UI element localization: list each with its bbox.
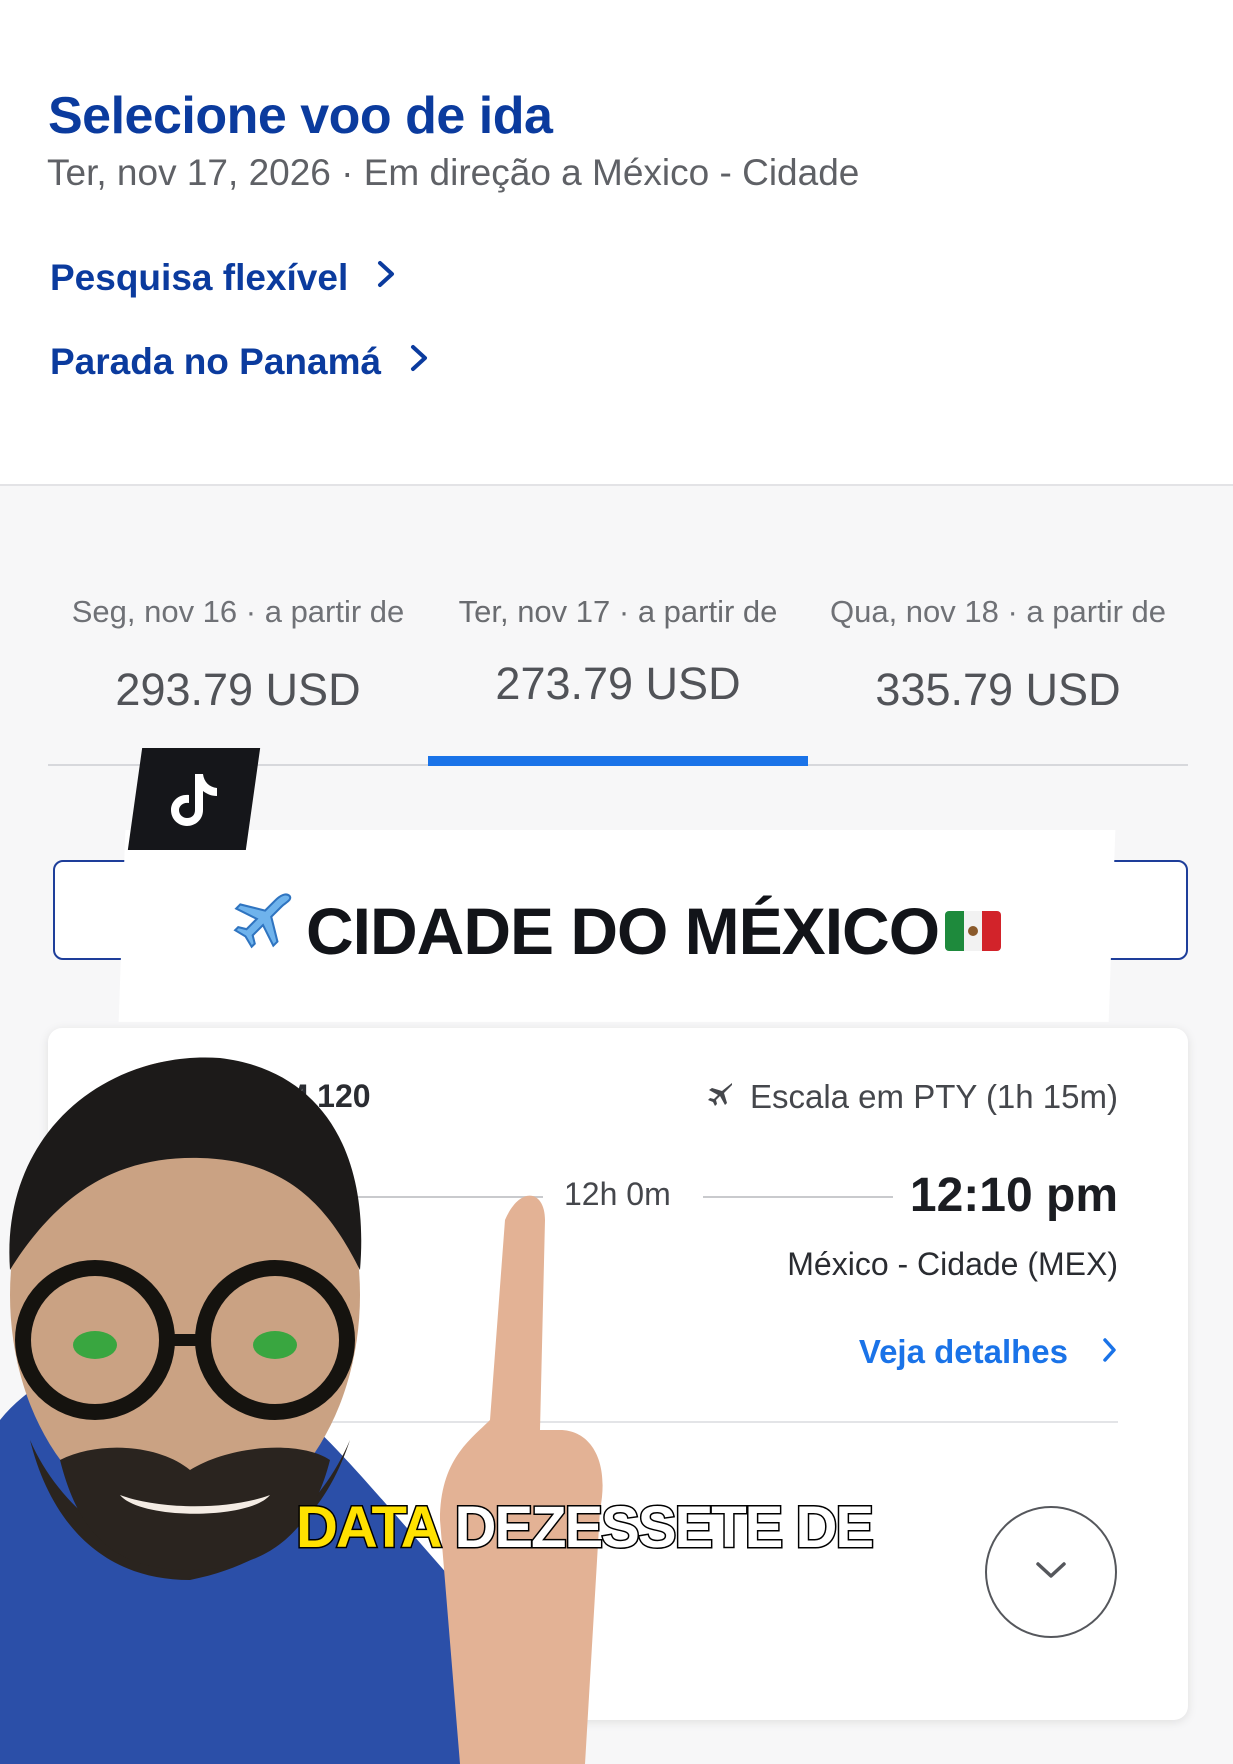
departure-time: 03:10 am	[118, 1169, 324, 1222]
date-tab-nov-18[interactable]: Qua, nov 18 · a partir de 335.79 USD	[808, 570, 1188, 766]
see-details-link[interactable]: Veja detalhes	[859, 1333, 1118, 1371]
panama-stopover-label: Parada no Panamá	[50, 340, 382, 382]
date-tab-price: 273.79 USD	[495, 658, 741, 709]
tiktok-logo-icon	[127, 748, 261, 850]
flexible-search-link[interactable]: Pesquisa flexível	[50, 256, 398, 299]
date-tab-nov-16[interactable]: Seg, nov 16 · a partir de 293.79 USD	[48, 570, 428, 766]
date-tab-price: 335.79 USD	[875, 664, 1121, 715]
page-title: Selecione voo de ida	[48, 87, 553, 145]
mexico-flag-icon	[945, 910, 1002, 951]
arrival-time: 12:10 pm	[909, 1169, 1118, 1222]
departure-city: (GRU)	[118, 1246, 211, 1282]
card-divider	[118, 1421, 1118, 1423]
panama-stopover-link[interactable]: Parada no Panamá	[50, 340, 431, 383]
see-details-label: Veja detalhes	[858, 1333, 1068, 1370]
route-line	[703, 1196, 893, 1198]
chevron-right-icon	[376, 256, 398, 299]
layover-info: Escala em PTY (1h 15m)	[706, 1078, 1118, 1116]
per-adult-label: Por adulto	[118, 1616, 264, 1652]
chevron-down-icon	[1034, 1560, 1068, 1585]
banner-title: CIDADE DO MÉXICO	[306, 893, 940, 968]
flight-duration: 12h 0m	[564, 1176, 671, 1212]
flexible-search-label: Pesquisa flexível	[50, 256, 349, 298]
date-tab-label: Seg, nov 16 · a partir de	[71, 594, 405, 629]
connection-plane-icon	[706, 1078, 750, 1116]
arrival-city: México - Cidade (MEX)	[787, 1246, 1118, 1282]
layover-text: Escala em PTY (1h 15m)	[749, 1078, 1118, 1115]
date-tab-label: Qua, nov 18 · a partir de	[829, 594, 1167, 629]
airline-name: Airlines	[118, 1333, 223, 1369]
date-tab-label: Ter, nov 17 · a partir de	[458, 594, 778, 629]
flight-card[interactable]: CM 702 · CM 120 Escala em PTY (1h 15m) 0…	[48, 1028, 1188, 1720]
chevron-right-icon	[409, 340, 431, 383]
video-caption: DATA DEZESSETE DE	[294, 1494, 876, 1562]
route-line	[353, 1196, 543, 1198]
fare-price: D	[118, 1528, 149, 1575]
chevron-right-icon	[1102, 1333, 1118, 1371]
airplane-icon	[230, 890, 296, 971]
header-panel: Selecione voo de ida Ter, nov 17, 2026 ·…	[0, 0, 1233, 486]
banner-text: CIDADE DO MÉXICO	[230, 890, 1002, 971]
page-subtitle: Ter, nov 17, 2026 · Em direção a México …	[47, 152, 860, 193]
flight-codes: CM 702 · CM 120	[118, 1078, 371, 1114]
expand-fares-button[interactable]	[985, 1506, 1117, 1638]
date-tabs: Seg, nov 16 · a partir de 293.79 USD Ter…	[48, 570, 1188, 766]
date-tab-price: 293.79 USD	[115, 664, 361, 715]
caption-highlight: DATA	[294, 1494, 444, 1562]
date-tab-nov-17[interactable]: Ter, nov 17 · a partir de 273.79 USD	[428, 570, 808, 766]
caption-rest: DEZESSETE DE	[453, 1494, 876, 1562]
active-tab-indicator	[428, 756, 808, 766]
